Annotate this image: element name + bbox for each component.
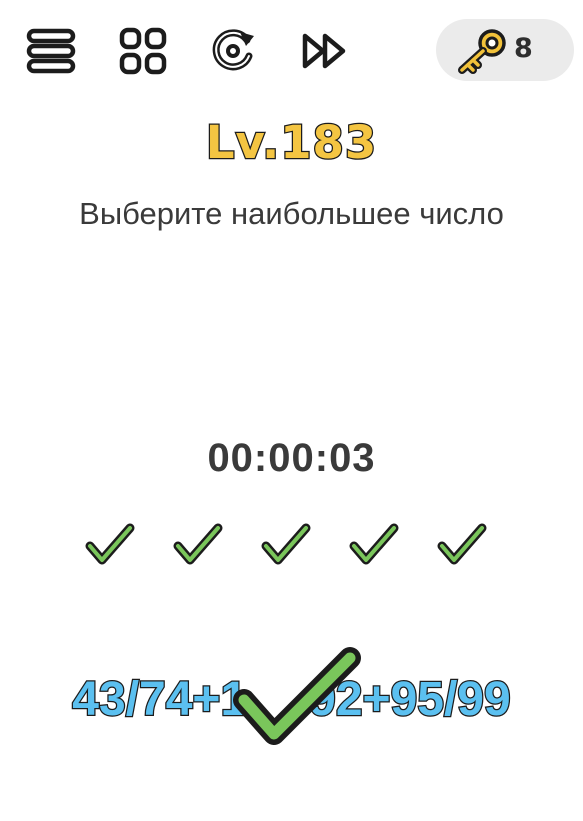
skip-icon — [302, 33, 346, 69]
menu-button[interactable] — [24, 26, 78, 76]
progress-check-icon — [261, 523, 311, 565]
menu-icon — [26, 28, 76, 74]
key-icon — [458, 29, 506, 74]
restart-button[interactable] — [206, 26, 260, 76]
progress-checks — [84, 520, 504, 576]
hints-count: 8 — [514, 33, 533, 64]
progress-check-icon — [349, 523, 399, 565]
levels-button[interactable] — [116, 26, 170, 76]
progress-check-icon — [437, 523, 487, 565]
game-screen: 8 Lv.183 Выберите наибольшее число 00:00… — [0, 0, 583, 821]
hints-counter[interactable]: 8 — [436, 19, 574, 81]
timer: 00:00:03 — [207, 436, 376, 480]
levels-grid-icon — [119, 27, 167, 75]
expression-left[interactable]: 43/74+1 — [71, 672, 248, 728]
level-title: Lv.183 — [205, 115, 378, 171]
restart-icon — [212, 29, 254, 71]
progress-check-icon — [85, 523, 135, 565]
question-text: Выберите наибольшее число — [79, 196, 504, 231]
check-icon — [233, 647, 361, 745]
skip-button[interactable] — [298, 26, 352, 76]
progress-check-icon — [173, 523, 223, 565]
